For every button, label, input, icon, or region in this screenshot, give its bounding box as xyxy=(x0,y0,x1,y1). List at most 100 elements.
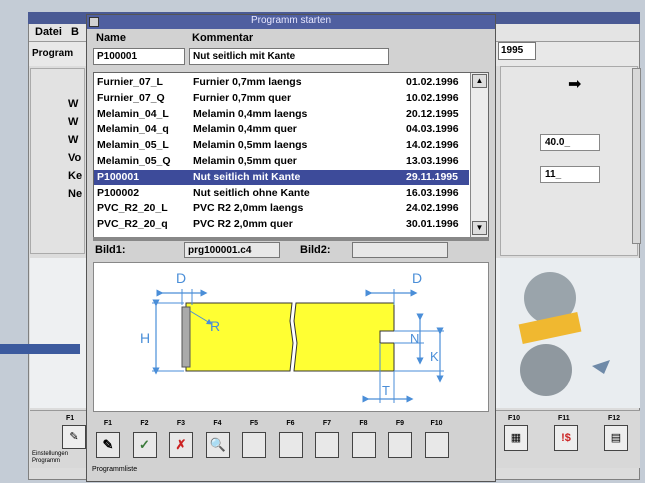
warning-icon: !$ xyxy=(561,432,571,444)
list-item-date: 10.02.1996 xyxy=(406,91,459,104)
label-h: H xyxy=(140,330,150,346)
comment-field[interactable]: Nut seitlich mit Kante xyxy=(189,48,389,65)
list-item-name: PVC_R2_20_L xyxy=(97,202,168,215)
right-input-2[interactable]: 11_ xyxy=(540,166,600,183)
fkey-button-2[interactable]: ✓ xyxy=(132,432,157,458)
list-scrollbar[interactable]: ▲ ▼ xyxy=(470,73,488,237)
main-f1-button[interactable]: ✎ xyxy=(62,425,86,449)
menu-b[interactable]: B xyxy=(71,26,79,38)
left-button-w1[interactable]: W xyxy=(68,98,88,116)
list-item[interactable]: Melamin_05_L Melamin 0,5mm laengs 14.02.19… xyxy=(94,138,469,154)
fkey-button-3[interactable]: ✗ xyxy=(169,432,193,458)
fkey-label: F10 xyxy=(430,420,443,427)
name-field[interactable]: P100001 xyxy=(93,48,185,65)
table-icon: ▤ xyxy=(610,432,622,444)
eraser-icon: ✎ xyxy=(102,437,114,452)
list-item[interactable]: Furnier_07_Q Furnier 0,7mm quer 10.02.1996 xyxy=(94,91,469,107)
checkmark-icon: ✓ xyxy=(139,437,150,452)
fkey-button-1[interactable]: ✎ xyxy=(96,432,120,458)
list-item[interactable]: PVC_R2_20_L PVC R2 2,0mm laengs 24.02.1996 xyxy=(94,201,469,217)
list-item-name: Furnier_07_L xyxy=(97,76,163,88)
list-item-name: Furnier_07_Q xyxy=(97,91,165,104)
bottom-left-text: Einstellungen Programm xyxy=(32,451,69,464)
list-item[interactable]: Melamin_04_L Melamin 0,4mm laengs 20.12.19… xyxy=(94,107,469,123)
list-item-comment: Melamin 0,4mm quer xyxy=(193,123,297,136)
list-item[interactable]: P100002 Nut seitlich ohne Kante 16.03.1996 xyxy=(94,186,469,202)
list-item[interactable]: P100001 Nut seitlich mit Kante 29.11.1995 xyxy=(94,169,469,186)
list-item-comment: Nut seitlich ohne Kante xyxy=(193,186,310,199)
program-list[interactable]: Furnier_07_L Furnier 0,7mm laengs 01.02.19… xyxy=(93,72,489,238)
main-f1-label: F1 xyxy=(66,415,75,422)
list-bottom-bar xyxy=(93,237,489,241)
program-label: Program xyxy=(32,48,74,59)
list-item[interactable]: Melamin_04_q Melamin 0,4mm quer 04.03.1996 xyxy=(94,122,469,138)
list-item-name: P100002 xyxy=(97,186,140,199)
fkey-button-10[interactable] xyxy=(424,432,449,458)
fkey-label: F9 xyxy=(395,420,405,427)
dialog-title: Programm starten xyxy=(87,15,495,29)
column-header-name: Name xyxy=(96,32,126,44)
list-item-name: P100001 xyxy=(97,170,140,183)
label-r: R xyxy=(210,318,220,334)
blue-status-bar xyxy=(0,344,80,354)
scroll-up-button[interactable]: ▲ xyxy=(472,74,487,88)
list-item-name: Melamin_04_L xyxy=(97,107,169,120)
list-item-date: 14.02.1996 xyxy=(406,139,459,152)
left-button-ne[interactable]: Ne xyxy=(68,188,88,206)
list-item-date: 30.01.1996 xyxy=(406,218,459,231)
bild1-label: Bild1: xyxy=(95,244,126,256)
label-n: N xyxy=(410,331,419,346)
main-f11-label: F11 xyxy=(558,415,570,422)
right-input-1[interactable]: 40.0_ xyxy=(540,134,600,151)
right-scrollbar[interactable] xyxy=(632,68,641,244)
list-item[interactable]: Furnier_07_L Furnier 0,7mm laengs 01.02.19… xyxy=(94,75,469,91)
edge-band xyxy=(181,306,191,368)
label-d-left: D xyxy=(176,270,186,286)
main-f11-button[interactable]: !$ xyxy=(554,425,578,451)
list-item-date: 13.03.1996 xyxy=(406,155,459,167)
bild2-field[interactable] xyxy=(352,242,448,258)
list-item-date: 16.03.1996 xyxy=(406,186,459,199)
fkey-label: F6 xyxy=(286,420,295,427)
date-input[interactable]: 1995 xyxy=(498,42,536,60)
dialog-status: Programmliste xyxy=(88,464,494,480)
fkey-label: F3 xyxy=(176,420,186,427)
label-d-right: D xyxy=(412,270,422,286)
main-f12-button[interactable]: ▤ xyxy=(604,425,628,451)
technical-drawing: D D H R N K T xyxy=(93,262,489,412)
list-item-name: Melamin_04_q xyxy=(97,123,169,136)
fkey-button-6[interactable] xyxy=(278,432,303,458)
list-item[interactable]: Melamin_05_Q Melamin 0,5mm quer 13.03.1996 xyxy=(94,154,469,170)
menu-datei[interactable]: Datei xyxy=(35,26,62,38)
fkey-label: F7 xyxy=(322,420,332,427)
fkey-button-8[interactable] xyxy=(351,432,376,458)
left-button-w2[interactable]: W xyxy=(68,116,88,134)
fkey-button-7[interactable] xyxy=(315,432,339,458)
left-button-w3[interactable]: W xyxy=(68,134,88,152)
list-item[interactable]: PVC_R2_20_q PVC R2 2,0mm quer 30.01.1996 xyxy=(94,217,469,233)
fkey-button-9[interactable] xyxy=(388,432,412,458)
list-item-comment: Furnier 0,7mm laengs xyxy=(193,76,302,88)
left-button-vo[interactable]: Vo xyxy=(68,152,88,170)
list-item-comment: PVC R2 2,0mm laengs xyxy=(193,202,304,215)
saw-blade-icon xyxy=(518,272,610,396)
label-t: T xyxy=(382,383,390,398)
left-button-ke[interactable]: Ke xyxy=(68,170,88,188)
fkey-button-5[interactable] xyxy=(242,432,266,458)
grid-icon: ▦ xyxy=(510,432,522,444)
right-panel xyxy=(500,66,638,256)
bild1-field[interactable]: prg100001.c4 xyxy=(184,242,280,258)
fkey-label: F5 xyxy=(249,420,259,427)
main-f10-label: F10 xyxy=(508,415,521,422)
list-item-date: 20.12.1995 xyxy=(406,107,459,120)
main-f10-button[interactable]: ▦ xyxy=(504,425,528,451)
fkey-button-4[interactable]: 🔍 xyxy=(205,432,230,458)
list-item-comment: PVC R2 2,0mm quer xyxy=(193,218,293,231)
bild2-label: Bild2: xyxy=(300,244,331,256)
scroll-down-button[interactable]: ▼ xyxy=(472,221,487,235)
list-item-date: 29.11.1995 xyxy=(406,170,458,183)
eraser-icon: ✎ xyxy=(69,431,79,443)
main-f12-label: F12 xyxy=(608,415,621,422)
list-item-date: 01.02.1996 xyxy=(406,76,459,88)
system-menu-icon[interactable] xyxy=(89,17,99,27)
